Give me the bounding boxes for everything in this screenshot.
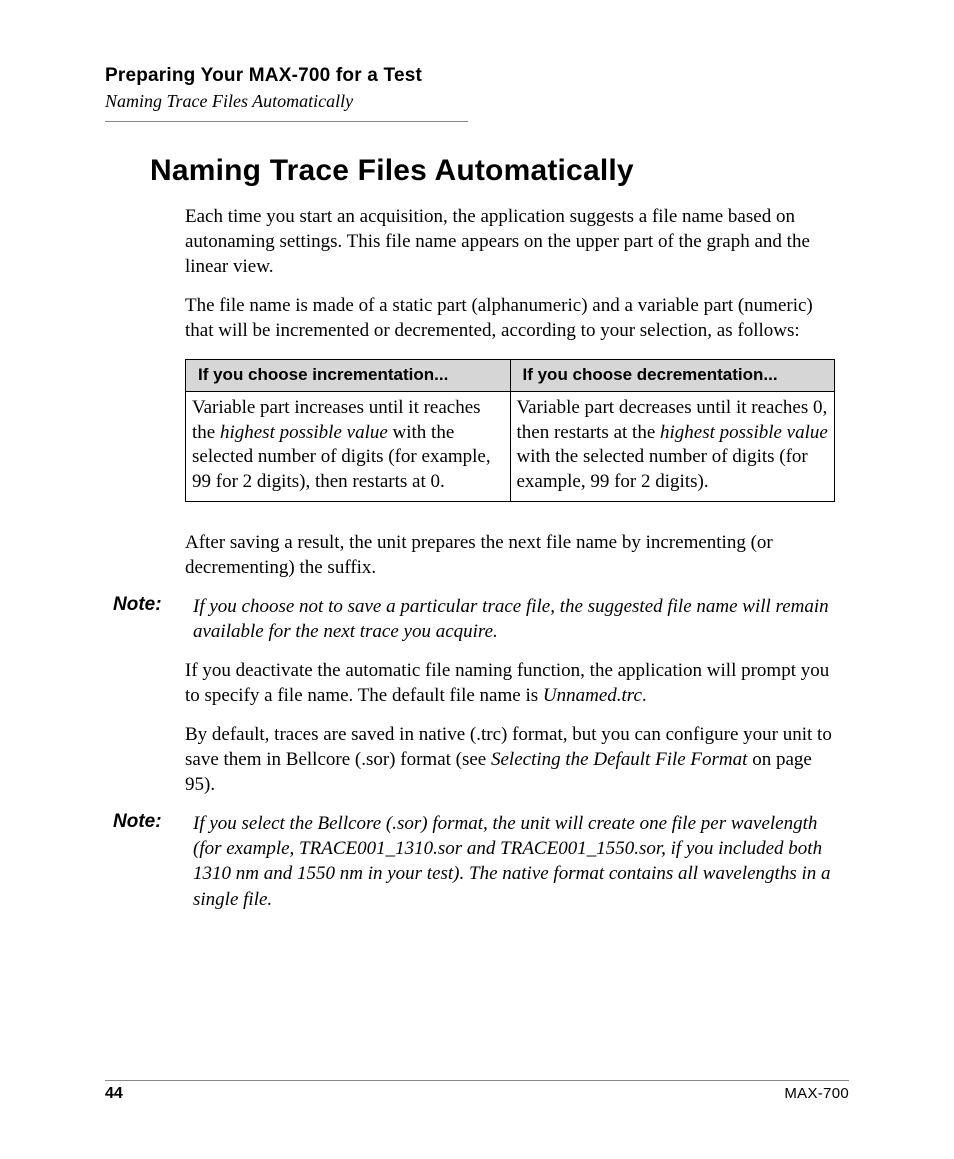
body-text: Each time you start an acquisition, the … [185, 204, 839, 580]
paragraph: By default, traces are saved in native (… [185, 722, 839, 797]
note: Note: If you select the Bellcore (.sor) … [105, 811, 849, 911]
emphasis: highest possible value [220, 422, 388, 443]
running-section: Naming Trace Files Automatically [105, 91, 468, 122]
note-label: Note: [105, 594, 193, 616]
text: . [642, 685, 647, 706]
section-title: Naming Trace Files Automatically [150, 154, 849, 188]
table-header-row: If you choose incrementation... If you c… [186, 360, 835, 391]
paragraph: Each time you start an acquisition, the … [185, 204, 839, 279]
table-header-decrement: If you choose decrementation... [510, 360, 835, 391]
table-row: Variable part increases until it reaches… [186, 391, 835, 501]
text: If you deactivate the automatic file nam… [185, 660, 829, 706]
product-name: MAX-700 [784, 1085, 849, 1102]
page-footer: 44 MAX-700 [105, 1080, 849, 1103]
page: Preparing Your MAX-700 for a Test Naming… [0, 0, 954, 1159]
note-label: Note: [105, 811, 193, 833]
paragraph: After saving a result, the unit prepares… [185, 530, 839, 580]
running-head: Preparing Your MAX-700 for a Test Naming… [105, 65, 849, 122]
paragraph: The file name is made of a static part (… [185, 293, 839, 343]
page-number: 44 [105, 1085, 123, 1103]
cross-reference: Selecting the Default File Format [491, 749, 747, 770]
note-body: If you select the Bellcore (.sor) format… [193, 811, 839, 911]
increment-decrement-table: If you choose incrementation... If you c… [185, 359, 835, 501]
paragraph: If you deactivate the automatic file nam… [185, 658, 839, 708]
note: Note: If you choose not to save a partic… [105, 594, 849, 644]
body-text: If you deactivate the automatic file nam… [185, 658, 839, 797]
filename: Unnamed.trc [543, 685, 642, 706]
note-body: If you choose not to save a particular t… [193, 594, 839, 644]
table-header-increment: If you choose incrementation... [186, 360, 511, 391]
table-cell-decrement: Variable part decreases until it reaches… [510, 391, 835, 501]
table-cell-increment: Variable part increases until it reaches… [186, 391, 511, 501]
emphasis: highest possible value [660, 422, 828, 443]
text: with the selected number of digits (for … [517, 446, 808, 492]
running-chapter: Preparing Your MAX-700 for a Test [105, 65, 849, 87]
